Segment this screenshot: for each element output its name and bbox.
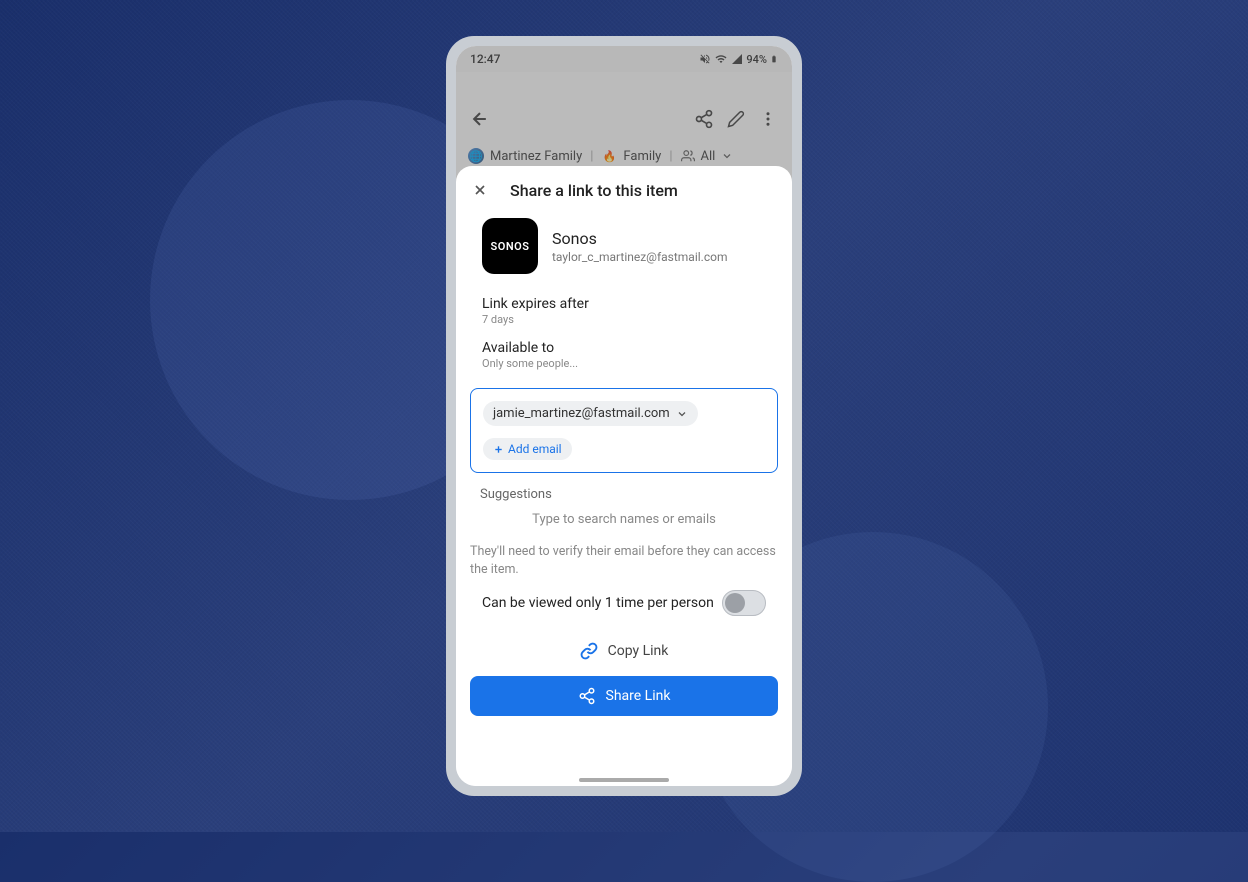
signal-icon: [731, 53, 743, 65]
search-hint: Type to search names or emails: [470, 508, 778, 543]
family-icon: 🌐: [468, 148, 484, 164]
breadcrumb-item-3[interactable]: All: [701, 149, 716, 164]
add-email-label: Add email: [508, 442, 562, 456]
wifi-icon: [714, 53, 728, 65]
phone-screen: 12:47 94%: [456, 46, 792, 786]
add-email-button[interactable]: Add email: [483, 438, 572, 460]
people-icon: [681, 149, 695, 163]
copy-link-label: Copy Link: [608, 643, 669, 659]
expires-setting[interactable]: Link expires after 7 days: [470, 292, 778, 336]
email-chip[interactable]: jamie_martinez@fastmail.com: [483, 401, 698, 426]
link-icon: [580, 642, 598, 660]
share-icon[interactable]: [692, 107, 716, 131]
breadcrumb-separator: |: [669, 149, 672, 164]
app-background-dimmed: 12:47 94%: [456, 46, 792, 186]
chevron-down-icon[interactable]: [676, 408, 688, 420]
view-once-toggle[interactable]: [722, 590, 766, 616]
chevron-down-icon[interactable]: [721, 150, 733, 162]
breadcrumb-item-1[interactable]: Martinez Family: [490, 149, 582, 164]
available-label: Available to: [482, 340, 766, 356]
flame-icon: 🔥: [601, 148, 617, 164]
suggestions-label: Suggestions: [470, 483, 778, 508]
item-icon: SONOS: [482, 218, 538, 274]
view-once-setting: Can be viewed only 1 time per person: [470, 590, 778, 636]
status-time: 12:47: [470, 52, 500, 66]
expires-value: 7 days: [482, 313, 766, 326]
email-input-box[interactable]: jamie_martinez@fastmail.com Add email: [470, 388, 778, 473]
status-bar: 12:47 94%: [456, 46, 792, 72]
verify-text: They'll need to verify their email befor…: [470, 543, 778, 578]
email-chip-text: jamie_martinez@fastmail.com: [493, 406, 670, 421]
plus-icon: [493, 444, 504, 455]
breadcrumb-item-2[interactable]: Family: [623, 149, 661, 164]
home-indicator[interactable]: [579, 778, 669, 782]
toggle-label: Can be viewed only 1 time per person: [482, 595, 714, 611]
copy-link-button[interactable]: Copy Link: [470, 636, 778, 676]
share-link-label: Share Link: [606, 688, 671, 704]
available-setting[interactable]: Available to Only some people...: [470, 336, 778, 380]
expires-label: Link expires after: [482, 296, 766, 312]
share-icon: [578, 687, 596, 705]
available-value: Only some people...: [482, 357, 766, 370]
toggle-thumb: [725, 593, 745, 613]
item-name: Sonos: [552, 229, 727, 248]
battery-icon: [770, 53, 778, 65]
mute-icon: [699, 53, 711, 65]
sheet-title: Share a link to this item: [510, 181, 678, 200]
breadcrumb-separator: |: [590, 149, 593, 164]
back-button[interactable]: [468, 107, 492, 131]
status-icons: 94%: [699, 53, 778, 66]
app-header: [456, 98, 792, 140]
share-link-button[interactable]: Share Link: [470, 676, 778, 716]
battery-percent: 94%: [746, 53, 767, 66]
edit-icon[interactable]: [724, 107, 748, 131]
more-icon[interactable]: [756, 107, 780, 131]
share-sheet: Share a link to this item SONOS Sonos ta…: [456, 166, 792, 786]
item-email: taylor_c_martinez@fastmail.com: [552, 250, 727, 264]
close-button[interactable]: [470, 180, 490, 200]
item-info-row: SONOS Sonos taylor_c_martinez@fastmail.c…: [470, 218, 778, 274]
phone-frame: 12:47 94%: [446, 36, 802, 796]
